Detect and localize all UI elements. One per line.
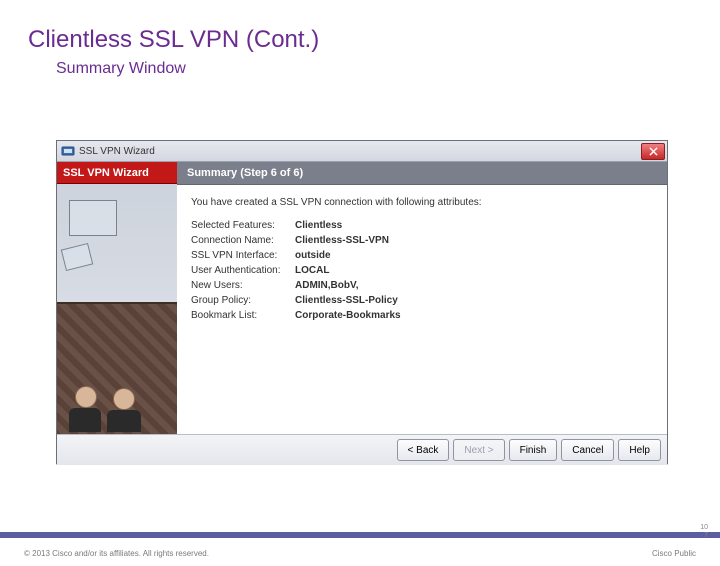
summary-row: Connection Name:Clientless-SSL-VPN — [191, 233, 653, 248]
wizard-window: SSL VPN Wizard SSL VPN Wizard — [56, 140, 668, 464]
summary-row: User Authentication:LOCAL — [191, 263, 653, 278]
next-button: Next > — [453, 439, 504, 461]
finish-button[interactable]: Finish — [509, 439, 558, 461]
app-icon — [61, 144, 75, 158]
summary-row: Group Policy:Clientless-SSL-Policy — [191, 293, 653, 308]
slide-title: Clientless SSL VPN (Cont.) — [28, 26, 720, 54]
summary-row: Bookmark List:Corporate-Bookmarks — [191, 308, 653, 323]
footer-right: Cisco Public — [652, 549, 696, 558]
footer-copyright: © 2013 Cisco and/or its affiliates. All … — [24, 549, 209, 558]
slide-subtitle: Summary Window — [56, 60, 720, 78]
summary-row-label: User Authentication: — [191, 263, 295, 278]
summary-row-label: Bookmark List: — [191, 308, 295, 323]
close-icon — [649, 147, 658, 156]
summary-row: Selected Features:Clientless — [191, 218, 653, 233]
summary-row: SSL VPN Interface:outside — [191, 248, 653, 263]
back-button[interactable]: < Back — [397, 439, 450, 461]
summary-row-label: SSL VPN Interface: — [191, 248, 295, 263]
help-button[interactable]: Help — [618, 439, 661, 461]
summary-row-label: Group Policy: — [191, 293, 295, 308]
summary-row-label: Selected Features: — [191, 218, 295, 233]
summary-row-label: New Users: — [191, 278, 295, 293]
summary-row-value: outside — [295, 248, 331, 263]
summary-row-value: ADMIN,BobV, — [295, 278, 359, 293]
summary-row-value: Clientless — [295, 218, 342, 233]
wizard-side-image — [57, 184, 177, 434]
summary-row-value: Corporate-Bookmarks — [295, 308, 401, 323]
summary-row: New Users:ADMIN,BobV, — [191, 278, 653, 293]
window-title-text: SSL VPN Wizard — [79, 146, 155, 157]
summary-row-value: Clientless-SSL-Policy — [295, 293, 398, 308]
wizard-side-heading: SSL VPN Wizard — [57, 162, 177, 184]
summary-row-value: Clientless-SSL-VPN — [295, 233, 389, 248]
summary-intro: You have created a SSL VPN connection wi… — [191, 197, 653, 208]
cancel-button[interactable]: Cancel — [561, 439, 614, 461]
close-button[interactable] — [641, 143, 665, 160]
wizard-side-panel: SSL VPN Wizard — [57, 162, 177, 434]
window-titlebar: SSL VPN Wizard — [57, 141, 667, 162]
wizard-button-bar: < Back Next > Finish Cancel Help — [57, 434, 667, 465]
slide-page-number: 107 — [700, 524, 708, 540]
summary-content: You have created a SSL VPN connection wi… — [177, 185, 667, 434]
slide-accent-bar — [0, 532, 720, 538]
summary-step-bar: Summary (Step 6 of 6) — [177, 162, 667, 185]
summary-row-value: LOCAL — [295, 263, 329, 278]
summary-row-label: Connection Name: — [191, 233, 295, 248]
